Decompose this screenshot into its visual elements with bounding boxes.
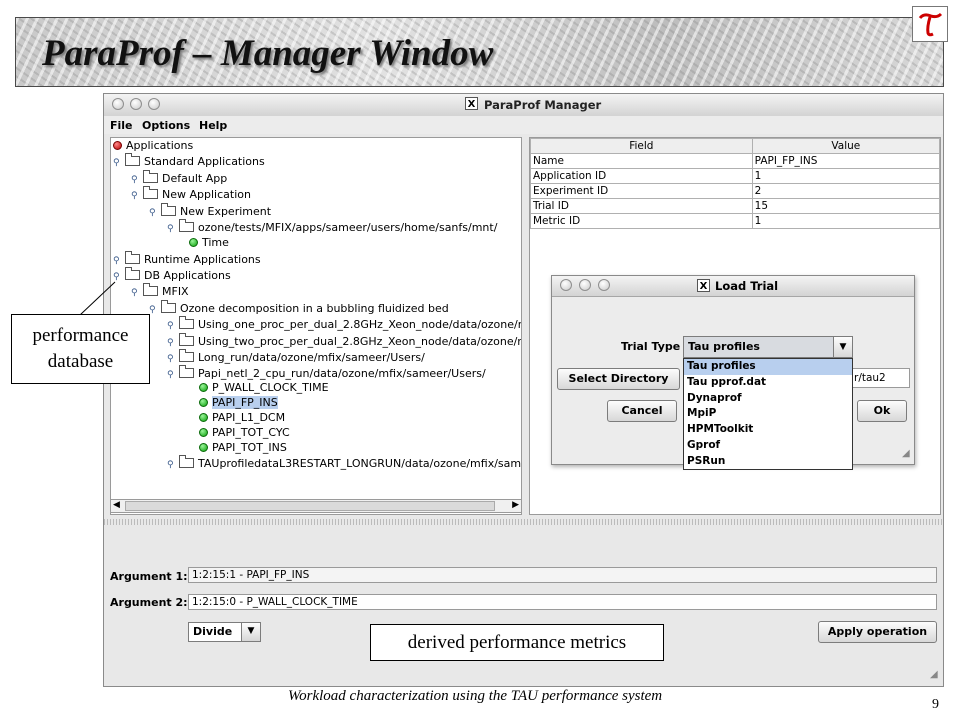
derived-metrics-callout: derived performance metrics bbox=[370, 624, 664, 661]
callout-line: performance bbox=[32, 325, 129, 346]
callout-line: database bbox=[47, 351, 114, 372]
performance-database-callout: performance database bbox=[11, 314, 150, 384]
page-number: 9 bbox=[932, 697, 939, 712]
slide-footer: Workload characterization using the TAU … bbox=[288, 688, 663, 704]
